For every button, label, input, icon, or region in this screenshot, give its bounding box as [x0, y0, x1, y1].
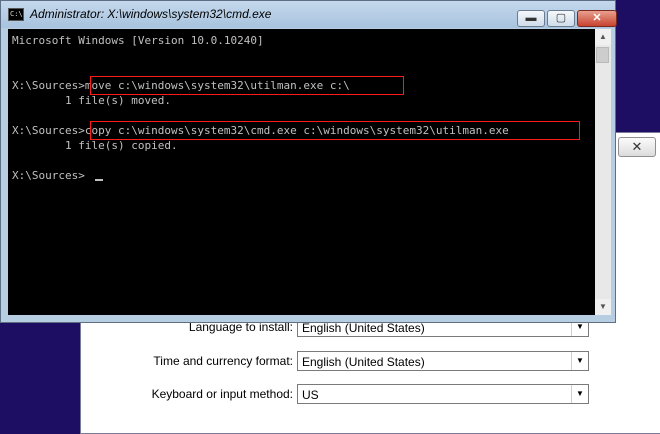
time-currency-label: Time and currency format: [153, 354, 293, 368]
console-line: X:\Sources> [12, 169, 85, 182]
text-cursor [95, 179, 103, 181]
console-line: 1 file(s) moved. [12, 94, 171, 107]
chevron-down-icon[interactable]: ▼ [571, 385, 588, 403]
setup-close-button[interactable]: ✕ [618, 137, 656, 157]
scroll-up-arrow-icon[interactable]: ▲ [595, 29, 611, 45]
chevron-down-icon[interactable]: ▼ [571, 352, 588, 370]
time-currency-row: Time and currency format: English (Unite… [81, 351, 660, 373]
console-output[interactable]: Microsoft Windows [Version 10.0.10240] X… [8, 29, 595, 315]
keyboard-select[interactable]: US ▼ [297, 384, 589, 404]
console-scrollbar[interactable]: ▲ ▼ [595, 29, 611, 315]
minimize-button[interactable]: ▬ [517, 10, 545, 27]
keyboard-value: US [302, 388, 319, 402]
scrollbar-thumb[interactable] [596, 47, 609, 63]
language-value: English (United States) [302, 321, 425, 335]
close-button[interactable]: ✕ [577, 10, 617, 27]
time-currency-select[interactable]: English (United States) ▼ [297, 351, 589, 371]
cmd-window: C:\ Administrator: X:\windows\system32\c… [0, 0, 617, 323]
copy-command-highlight [90, 121, 580, 140]
cmd-app-icon: C:\ [8, 8, 24, 21]
cmd-titlebar[interactable]: C:\ Administrator: X:\windows\system32\c… [1, 1, 617, 28]
keyboard-row: Keyboard or input method: US ▼ [81, 384, 660, 406]
window-title: Administrator: X:\windows\system32\cmd.e… [30, 7, 272, 21]
move-command-highlight [90, 76, 404, 95]
console-line: 1 file(s) copied. [12, 139, 178, 152]
scroll-down-arrow-icon[interactable]: ▼ [595, 299, 611, 315]
console-line: Microsoft Windows [Version 10.0.10240] [12, 34, 264, 47]
keyboard-label: Keyboard or input method: [151, 387, 293, 401]
time-currency-value: English (United States) [302, 355, 425, 369]
maximize-button[interactable]: ▢ [547, 10, 575, 27]
